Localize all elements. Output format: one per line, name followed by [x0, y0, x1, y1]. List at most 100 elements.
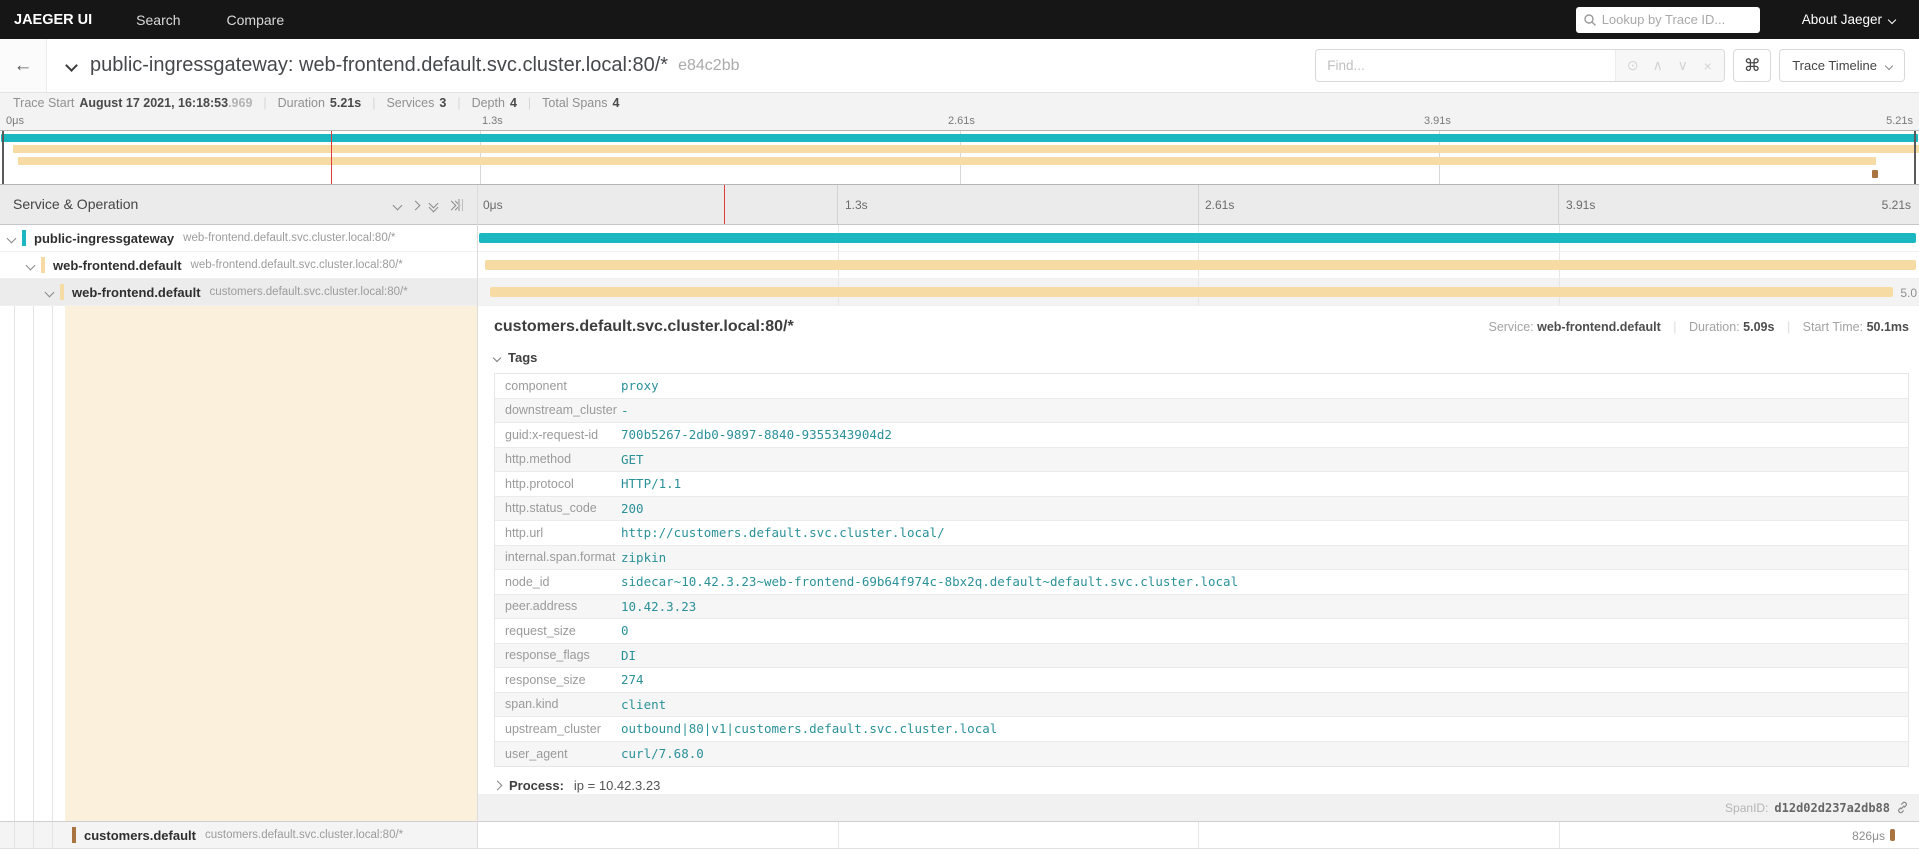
separator: |	[1786, 320, 1791, 334]
find-input-group: Find... ⊙ ∧ ∨ ×	[1315, 49, 1726, 82]
back-arrow-icon: ←	[13, 54, 33, 76]
depth-value: 4	[509, 96, 517, 110]
span-duration-bar[interactable]	[479, 233, 1917, 243]
minimap-cursor-line	[331, 131, 332, 184]
span-duration-bar[interactable]	[484, 260, 1917, 270]
span-operation-name: web-frontend.default.svc.cluster.local:8…	[190, 259, 403, 271]
trace-view-selector-label: Trace Timeline	[1792, 58, 1877, 73]
span-duration-bar[interactable]	[489, 287, 1894, 297]
span-row-name-cell[interactable]: customers.default customers.default.svc.c…	[0, 822, 477, 848]
minimap-tick: 3.91s	[1424, 115, 1451, 127]
start-time-value: 50.1ms	[1866, 320, 1909, 334]
service-color-bar	[72, 827, 76, 843]
about-jaeger-menu[interactable]: About Jaeger	[1801, 12, 1897, 27]
deep-link-icon[interactable]	[1896, 801, 1909, 814]
tag-row: guid:x-request-id 700b5267-2db0-9897-8840…	[495, 423, 1908, 448]
tag-row: node_id sidecar~10.42.3.23~web-frontend-6…	[495, 570, 1908, 595]
span-row-timeline-cell[interactable]: 826μs	[477, 822, 1919, 848]
trace-page-header: ← public-ingressgateway: web-frontend.de…	[0, 39, 1919, 93]
tag-value: 274	[621, 672, 644, 688]
top-nav: JAEGER UI Search Compare Lookup by Trace…	[0, 0, 1919, 39]
row-gridline	[1198, 822, 1199, 848]
tags-section-toggle[interactable]: Tags	[492, 350, 1919, 365]
back-button[interactable]: ←	[0, 39, 47, 92]
clear-find-icon[interactable]: ×	[1695, 58, 1720, 74]
tag-key: http.protocol	[505, 476, 574, 491]
span-duration-bar[interactable]	[1890, 829, 1895, 841]
span-id-footer: SpanID: d12d02d237a2db88	[478, 794, 1919, 821]
focus-match-icon[interactable]: ⊙	[1620, 57, 1645, 74]
timeline-tick: 3.91s	[1566, 198, 1596, 212]
trace-view-selector[interactable]: Trace Timeline	[1779, 49, 1905, 82]
find-input[interactable]: Find...	[1316, 50, 1615, 81]
span-row[interactable]: public-ingressgateway web-frontend.defaul…	[0, 225, 1919, 252]
service-label: Service:	[1488, 320, 1534, 334]
timeline-minimap[interactable]	[0, 130, 1919, 185]
span-collapse-chevron-icon[interactable]	[25, 260, 36, 270]
span-row-timeline-cell[interactable]: 5.0	[477, 279, 1919, 305]
trace-title: public-ingressgateway: web-frontend.defa…	[90, 54, 669, 76]
tag-key: node_id	[505, 574, 550, 589]
timeline-header-row: Service & Operation 0μs 1.3s 2.61s 3.91s…	[0, 185, 1919, 225]
row-gridline	[1558, 822, 1560, 848]
minimap-left-drag-handle[interactable]	[2, 131, 4, 184]
nav-item-compare[interactable]: Compare	[227, 12, 285, 28]
span-row[interactable]: web-frontend.default web-frontend.default…	[0, 252, 1919, 279]
separator: |	[1673, 320, 1677, 334]
timeline-tick: 5.21s	[1881, 198, 1911, 212]
trace-summary-bar: Trace Start August 17 2021, 16:18:53 .96…	[0, 93, 1919, 113]
tag-value: curl/7.68.0	[621, 746, 704, 762]
separator: |	[457, 96, 461, 110]
expand-one-icon[interactable]	[410, 200, 421, 211]
span-row-timeline-cell[interactable]	[477, 225, 1919, 251]
indent-guide-line	[52, 306, 53, 821]
tag-key: http.url	[505, 525, 544, 540]
tree-timeline-divider[interactable]	[477, 185, 478, 849]
tag-row: http.method GET	[495, 447, 1908, 472]
app-logo[interactable]: JAEGER UI	[14, 12, 92, 28]
next-match-icon[interactable]: ∨	[1670, 57, 1695, 74]
span-id-value: d12d02d237a2db88	[1774, 800, 1890, 815]
trace-start-value: August 17 2021, 16:18:53	[79, 96, 229, 110]
tag-row: response_size 274	[495, 668, 1908, 693]
service-color-bar	[22, 230, 26, 246]
trace-header-collapse-chevron-icon[interactable]	[65, 59, 78, 72]
timeline-tick: 1.3s	[845, 198, 868, 212]
separator: |	[527, 96, 532, 110]
span-row[interactable]: customers.default customers.default.svc.c…	[0, 822, 1919, 849]
column-resize-grip[interactable]	[458, 199, 463, 211]
span-collapse-chevron-icon[interactable]	[44, 287, 55, 297]
service-value: web-frontend.default	[1537, 320, 1661, 334]
search-icon	[1583, 13, 1596, 26]
minimap-right-drag-handle[interactable]	[1914, 131, 1916, 184]
collapse-all-icon[interactable]	[428, 198, 439, 213]
header-gridline	[1198, 185, 1199, 224]
about-jaeger-label: About Jaeger	[1801, 12, 1882, 27]
trace-id-lookup-input[interactable]: Lookup by Trace ID...	[1575, 6, 1760, 33]
span-detail-zone: customers.default.svc.cluster.local:80/*…	[0, 306, 1919, 822]
collapse-one-icon[interactable]	[392, 200, 403, 211]
prev-match-icon[interactable]: ∧	[1645, 57, 1670, 74]
trace-id-lookup-placeholder: Lookup by Trace ID...	[1601, 12, 1726, 27]
separator: |	[372, 96, 376, 110]
selected-span-indent-highlight	[65, 306, 477, 821]
keyboard-shortcuts-button[interactable]: ⌘	[1733, 49, 1772, 82]
span-row[interactable]: web-frontend.default customers.default.sv…	[0, 279, 1919, 306]
span-row-name-cell[interactable]: web-frontend.default customers.default.sv…	[0, 279, 477, 305]
trace-start-ms: .969	[228, 96, 253, 110]
span-collapse-chevron-icon[interactable]	[6, 233, 17, 243]
indent-guide-line	[52, 822, 53, 848]
span-row-name-cell[interactable]: public-ingressgateway web-frontend.defaul…	[0, 225, 477, 251]
minimap-span-bar	[18, 157, 1876, 165]
indent-guide-line	[33, 822, 34, 848]
tag-row: span.kind client	[495, 692, 1908, 717]
nav-item-search[interactable]: Search	[136, 12, 180, 28]
timeline-tick: 2.61s	[1205, 198, 1235, 212]
duration-label: Duration	[277, 96, 325, 110]
process-section-toggle[interactable]: Process: ip = 10.42.3.23	[492, 778, 1919, 793]
span-rows: public-ingressgateway web-frontend.defaul…	[0, 225, 1919, 306]
tag-row: http.protocol HTTP/1.1	[495, 472, 1908, 497]
span-row-timeline-cell[interactable]	[477, 252, 1919, 278]
span-row-name-cell[interactable]: web-frontend.default web-frontend.default…	[0, 252, 477, 278]
depth-label: Depth	[471, 96, 505, 110]
